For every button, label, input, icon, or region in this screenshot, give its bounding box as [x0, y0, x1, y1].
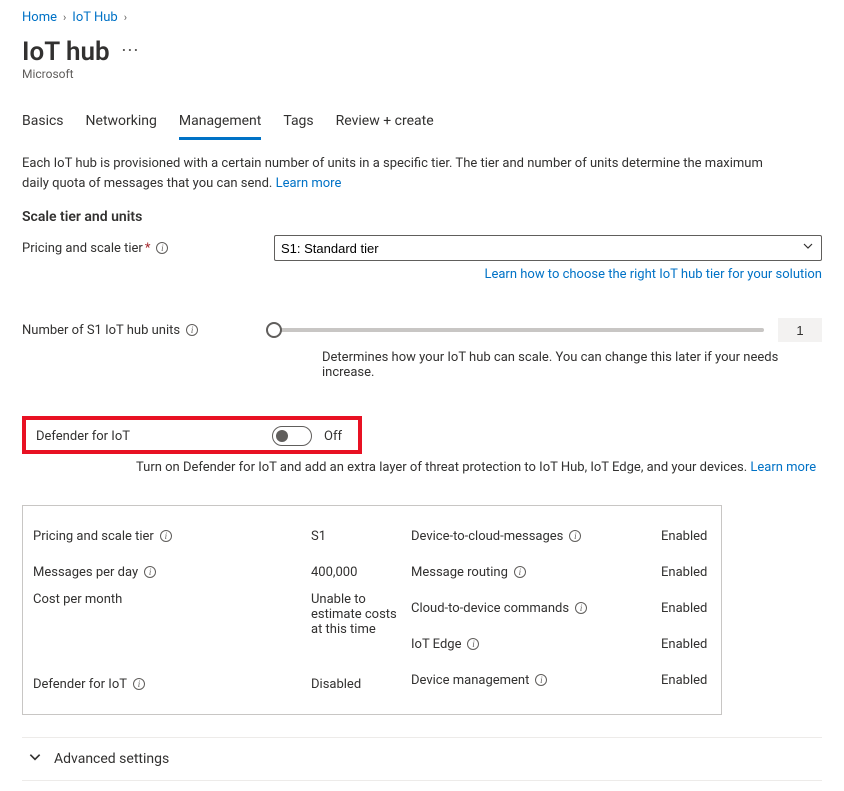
summary-pricing-label: Pricing and scale tier i: [33, 518, 311, 554]
pricing-tier-row: Pricing and scale tier * i S1: Standard …: [22, 235, 822, 261]
pricing-tier-label-text: Pricing and scale tier: [22, 241, 143, 256]
tab-description: Each IoT hub is provisioned with a certa…: [22, 154, 782, 193]
tab-basics[interactable]: Basics: [22, 107, 64, 140]
summary-edge-value: Enabled: [661, 626, 711, 662]
chevron-down-icon: [28, 750, 42, 768]
info-icon[interactable]: i: [160, 530, 172, 542]
summary-defender-label: Defender for IoT i: [33, 666, 311, 702]
summary-d2c-label: Device-to-cloud-messages i: [411, 518, 661, 554]
defender-hint: Turn on Defender for IoT and add an extr…: [136, 460, 822, 475]
info-icon[interactable]: i: [133, 678, 145, 690]
page-subtitle: Microsoft: [22, 67, 822, 81]
scale-section-heading: Scale tier and units: [22, 209, 822, 225]
summary-edge-label: IoT Edge i: [411, 626, 661, 662]
info-icon[interactable]: i: [535, 674, 547, 686]
units-value-input[interactable]: [778, 318, 822, 342]
info-icon[interactable]: i: [569, 530, 581, 542]
info-icon[interactable]: i: [467, 638, 479, 650]
info-icon[interactable]: i: [186, 324, 198, 336]
units-slider[interactable]: [274, 328, 764, 332]
summary-cost-label: Cost per month: [33, 590, 311, 666]
toggle-knob: [276, 430, 288, 442]
summary-messages-label: Messages per day i: [33, 554, 311, 590]
tab-management[interactable]: Management: [179, 107, 261, 140]
summary-routing-value: Enabled: [661, 554, 711, 590]
summary-cost-value: Unable to estimate costs at this time: [311, 590, 411, 666]
breadcrumb-home[interactable]: Home: [22, 10, 57, 25]
summary-defender-value: Disabled: [311, 666, 411, 702]
defender-toggle[interactable]: [272, 426, 312, 446]
defender-learn-more-link[interactable]: Learn more: [750, 460, 816, 475]
tab-bar: Basics Networking Management Tags Review…: [22, 107, 822, 140]
advanced-settings-label: Advanced settings: [54, 751, 169, 767]
summary-dm-value: Enabled: [661, 662, 711, 698]
info-icon[interactable]: i: [575, 602, 587, 614]
summary-messages-value: 400,000: [311, 554, 411, 590]
units-row: Number of S1 IoT hub units i: [22, 318, 822, 342]
pricing-tier-dropdown[interactable]: S1: Standard tier: [274, 235, 822, 261]
info-icon[interactable]: i: [156, 242, 168, 254]
defender-hint-text: Turn on Defender for IoT and add an extr…: [136, 460, 747, 475]
summary-c2d-value: Enabled: [661, 590, 711, 626]
tab-networking[interactable]: Networking: [86, 107, 157, 140]
units-label: Number of S1 IoT hub units i: [22, 323, 274, 338]
chevron-right-icon: ›: [63, 11, 66, 24]
breadcrumb: Home › IoT Hub ›: [22, 10, 822, 25]
chevron-right-icon: ›: [124, 11, 127, 24]
required-asterisk: *: [145, 241, 151, 256]
defender-toggle-state: Off: [324, 429, 342, 444]
units-label-text: Number of S1 IoT hub units: [22, 323, 180, 338]
more-actions-button[interactable]: ⋯: [121, 40, 140, 61]
page-header: IoT hub ⋯ Microsoft: [22, 37, 822, 81]
tab-tags[interactable]: Tags: [283, 107, 313, 140]
summary-dm-label: Device management i: [411, 662, 661, 698]
breadcrumb-iothub[interactable]: IoT Hub: [72, 10, 117, 25]
pricing-tier-help-link[interactable]: Learn how to choose the right IoT hub ti…: [484, 267, 822, 282]
defender-row: Defender for IoT Off: [22, 416, 362, 454]
tab-review-create[interactable]: Review + create: [336, 107, 434, 140]
defender-label: Defender for IoT: [36, 429, 272, 444]
summary-c2d-label: Cloud-to-device commands i: [411, 590, 661, 626]
summary-panel: Pricing and scale tier i Messages per da…: [22, 505, 722, 715]
summary-routing-label: Message routing i: [411, 554, 661, 590]
info-icon[interactable]: i: [514, 566, 526, 578]
summary-d2c-value: Enabled: [661, 518, 711, 554]
page-title: IoT hub: [22, 37, 110, 67]
advanced-settings-toggle[interactable]: Advanced settings: [22, 737, 822, 781]
units-hint: Determines how your IoT hub can scale. Y…: [322, 350, 822, 380]
learn-more-link[interactable]: Learn more: [276, 176, 342, 191]
summary-pricing-value: S1: [311, 518, 411, 554]
units-slider-thumb[interactable]: [266, 322, 282, 338]
info-icon[interactable]: i: [144, 566, 156, 578]
description-text: Each IoT hub is provisioned with a certa…: [22, 156, 763, 191]
pricing-tier-label: Pricing and scale tier * i: [22, 241, 274, 256]
